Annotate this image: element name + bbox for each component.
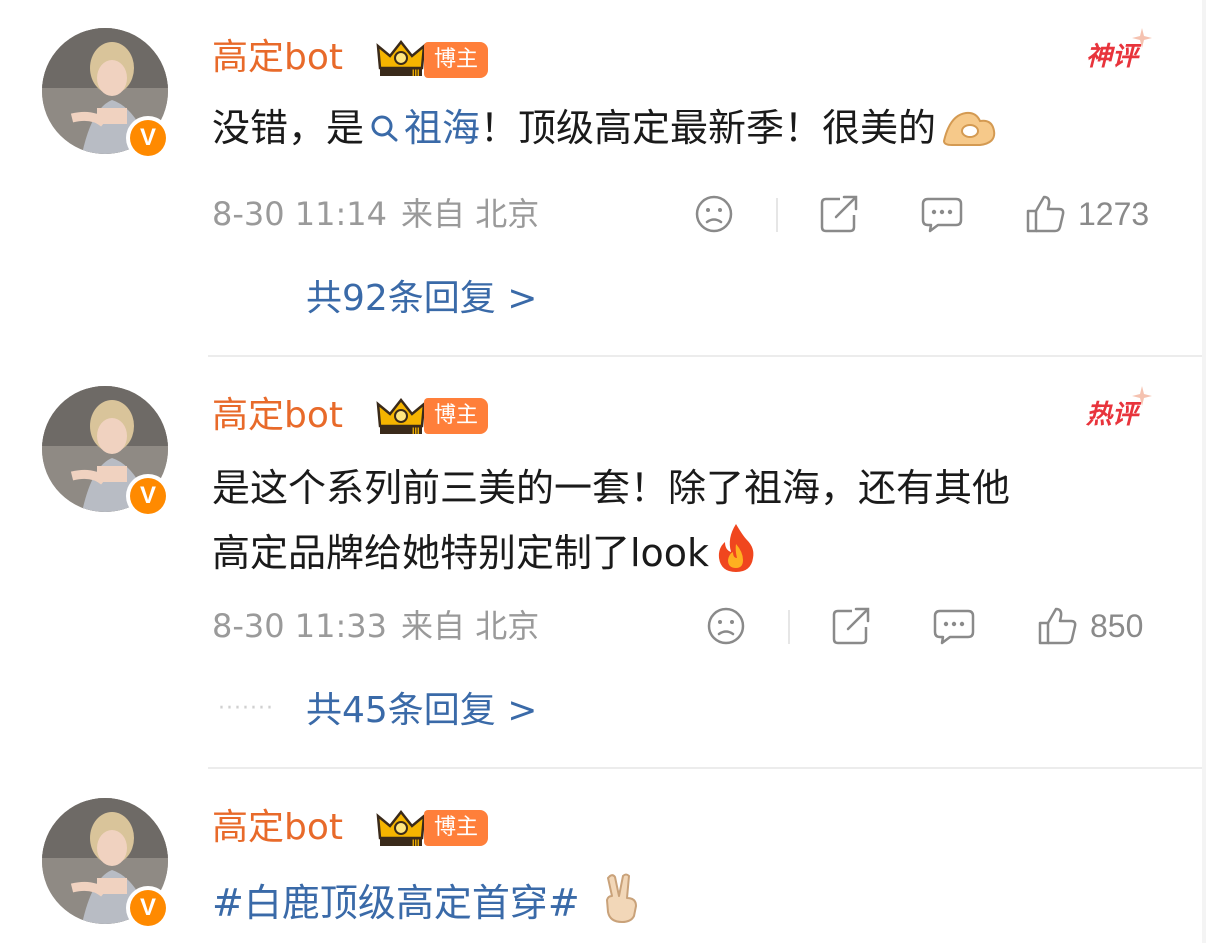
blogger-tag: 博主 <box>424 810 489 846</box>
sparkle-icon <box>1132 28 1153 48</box>
view-replies-link[interactable]: 共45条回复 > <box>306 688 537 734</box>
svg-text:III: III <box>412 838 420 848</box>
username[interactable]: 高定bot <box>212 36 343 80</box>
comment-divider <box>208 767 1206 769</box>
sad-face-icon <box>707 607 745 645</box>
crown-level-icon: III <box>376 809 426 848</box>
share-icon <box>832 607 870 645</box>
comment-text: 是这个系列前三美的一套！除了祖海，还有其他 高定品牌给她特别定制了look <box>212 462 1010 579</box>
blogger-tag: 博主 <box>424 398 489 434</box>
comment-text-line: 高定品牌给她特别定制了look <box>212 522 1010 579</box>
comment-date: 8-30 11:33 <box>212 607 388 645</box>
thumbs-up-icon <box>1038 607 1077 645</box>
comment-text: #白鹿顶级高定首穿# <box>212 872 644 929</box>
topic-search-link[interactable]: 祖海 <box>364 106 480 150</box>
comment-date: 8-30 11:14 <box>212 195 388 233</box>
blogger-tag: 博主 <box>424 42 489 78</box>
like-button[interactable]: 1273 <box>1024 190 1149 238</box>
hot-comment-tag: 热评 <box>1086 386 1153 432</box>
crown-level-icon: III <box>376 397 426 436</box>
comment-meta: 8-30 11:14 来自 北京 <box>212 194 539 234</box>
verified-badge: V <box>126 886 170 930</box>
username[interactable]: 高定bot <box>212 394 343 438</box>
search-icon <box>371 115 398 142</box>
comment-button[interactable] <box>920 190 964 238</box>
verified-badge: V <box>126 116 170 160</box>
comment-bubble-icon <box>921 197 963 233</box>
thumbs-up-icon <box>1026 195 1065 233</box>
comment-text: 没错，是 祖海！顶级高定最新季！很美的 <box>212 102 998 154</box>
svg-text:III: III <box>412 426 420 436</box>
sad-face-icon <box>695 195 733 233</box>
comment-actions: 1273 <box>690 190 1170 238</box>
username[interactable]: 高定bot <box>212 806 343 850</box>
ok-hand-emoji <box>943 111 996 146</box>
share-icon <box>820 195 858 233</box>
view-replies-link[interactable]: 共92条回复 > <box>306 276 537 322</box>
victory-hand-emoji <box>605 873 637 923</box>
hashtag-link[interactable]: #白鹿顶级高定首穿# <box>212 881 580 925</box>
reply-thread-dots: ······· <box>218 696 274 721</box>
action-divider <box>788 610 790 644</box>
fire-emoji <box>718 524 754 572</box>
like-button[interactable]: 850 <box>1036 602 1143 650</box>
comment-button[interactable] <box>932 602 976 650</box>
dislike-button[interactable] <box>694 190 734 238</box>
dislike-button[interactable] <box>706 602 746 650</box>
comment-bubble-icon <box>933 609 975 645</box>
comment-source: 来自 北京 <box>401 195 540 233</box>
action-divider <box>776 198 778 232</box>
crown-level-icon: III <box>376 39 426 78</box>
like-count: 1273 <box>1078 195 1150 232</box>
comment-divider <box>208 355 1206 357</box>
comment-text-line: 是这个系列前三美的一套！除了祖海，还有其他 <box>212 466 1011 510</box>
comment-source: 来自 北京 <box>401 607 540 645</box>
god-comment-tag: 神评 <box>1086 28 1153 74</box>
comment-actions: 850 <box>690 602 1170 650</box>
share-button[interactable] <box>830 602 872 650</box>
verified-badge: V <box>126 474 170 518</box>
sparkle-icon <box>1132 386 1153 406</box>
share-button[interactable] <box>818 190 860 238</box>
comment-meta: 8-30 11:33 来自 北京 <box>212 606 539 646</box>
like-count: 850 <box>1090 607 1144 644</box>
svg-text:III: III <box>412 68 420 78</box>
scroll-edge <box>1202 0 1206 943</box>
